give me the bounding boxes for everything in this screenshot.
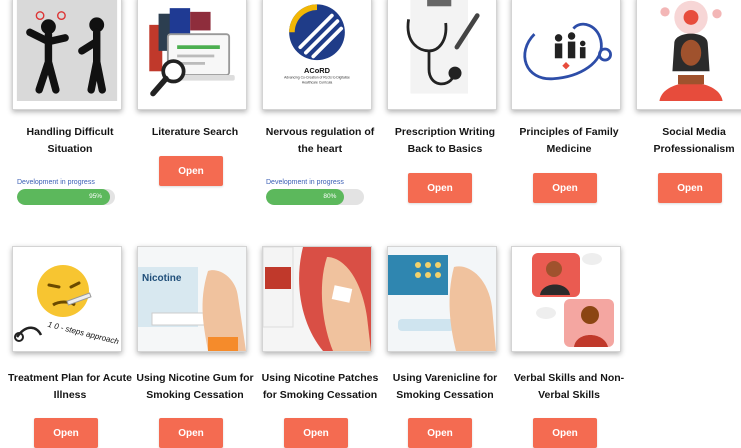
course-title: Principles of Family Medicine xyxy=(519,126,619,155)
open-button[interactable]: Open xyxy=(658,173,722,203)
open-button[interactable]: Open xyxy=(159,418,223,448)
open-button[interactable]: Open xyxy=(533,418,597,448)
progress-fill: 95% xyxy=(17,189,111,205)
course-thumbnail[interactable] xyxy=(636,0,741,110)
course-thumbnail[interactable] xyxy=(137,0,247,110)
acord-logo-icon: ACoRD Advancing Co-Creation of RLOs to D… xyxy=(266,0,368,101)
course-thumbnail[interactable] xyxy=(262,246,372,352)
course-thumbnail[interactable] xyxy=(511,0,621,110)
course-thumbnail[interactable] xyxy=(387,246,497,352)
video-chat-icon xyxy=(512,247,620,351)
family-stethoscope-icon xyxy=(515,0,617,101)
logo-subtext: Advancing Co-Creation of RLOs to Digital… xyxy=(284,75,350,84)
progress-fill: 80% xyxy=(266,189,345,205)
open-button[interactable]: Open xyxy=(533,173,597,203)
image-text: Nicotine xyxy=(142,273,182,284)
people-arguing-icon xyxy=(16,0,118,101)
open-button[interactable]: Open xyxy=(34,418,98,448)
course-title: Using Varenicline for Smoking Cessation xyxy=(392,372,498,401)
logo-text: ACoRD xyxy=(304,66,331,75)
stethoscope-icon xyxy=(391,0,493,101)
course-title: Using Nicotine Patches for Smoking Cessa… xyxy=(261,372,379,401)
woman-thinking-icon xyxy=(640,0,741,101)
progress-label: Development in progress xyxy=(266,179,344,186)
course-title: Social Media Professionalism xyxy=(653,126,735,155)
nicotine-gum-icon: Nicotine xyxy=(138,247,246,351)
progress-label: Development in progress xyxy=(17,179,95,186)
progress-bar: 95% xyxy=(17,189,115,205)
course-thumbnail[interactable] xyxy=(511,246,621,352)
course-thumbnail[interactable] xyxy=(387,0,497,110)
progress-bar: 80% xyxy=(266,189,364,205)
course-title: Treatment Plan for Acute Illness xyxy=(8,372,132,401)
open-button[interactable]: Open xyxy=(284,418,348,448)
course-title: Verbal Skills and Non-Verbal Skills xyxy=(513,372,625,401)
course-title: Nervous regulation of the heart xyxy=(265,126,375,155)
open-button[interactable]: Open xyxy=(159,156,223,186)
course-thumbnail[interactable]: Nicotine xyxy=(137,246,247,352)
sick-face-icon: 1 0 - steps approach xyxy=(13,247,121,351)
course-title: Literature Search xyxy=(151,126,239,138)
course-thumbnail[interactable] xyxy=(12,0,122,110)
open-button[interactable]: Open xyxy=(408,418,472,448)
course-title: Using Nicotine Gum for Smoking Cessation xyxy=(136,372,254,401)
course-thumbnail[interactable]: ACoRD Advancing Co-Creation of RLOs to D… xyxy=(262,0,372,110)
open-button[interactable]: Open xyxy=(408,173,472,203)
nicotine-patch-icon xyxy=(263,247,371,351)
course-title: Handling Difficult Situation xyxy=(26,126,114,155)
course-thumbnail[interactable]: 1 0 - steps approach xyxy=(12,246,122,352)
course-title: Prescription Writing Back to Basics xyxy=(394,126,496,155)
laptop-magnifier-icon xyxy=(141,0,243,101)
varenicline-icon xyxy=(388,247,496,351)
